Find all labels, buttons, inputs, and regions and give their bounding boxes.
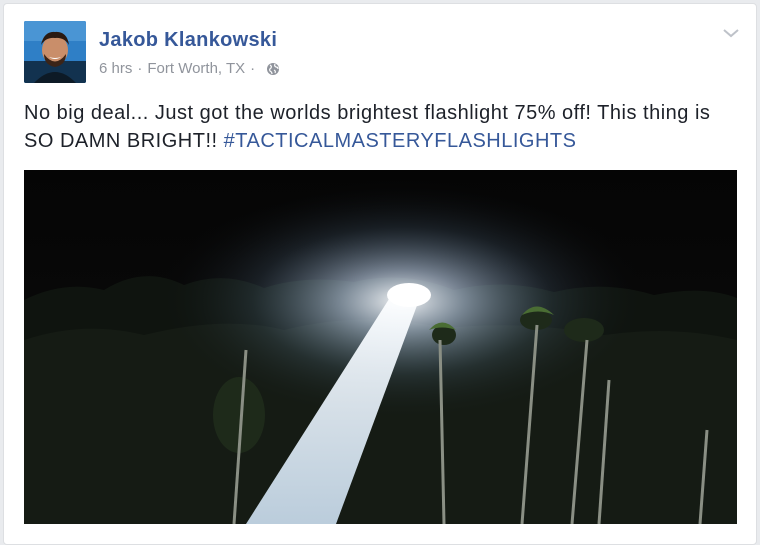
meta-separator-2: ·	[250, 60, 256, 77]
post-card: Jakob Klankowski 6 hrs · Fort Worth, TX …	[3, 3, 757, 545]
post-photo[interactable]	[24, 170, 737, 524]
chevron-down-icon[interactable]	[722, 26, 740, 38]
post-body: No big deal... Just got the worlds brigh…	[24, 99, 739, 155]
meta-separator: ·	[137, 60, 143, 77]
avatar[interactable]	[24, 21, 86, 83]
post-location[interactable]: Fort Worth, TX	[147, 60, 245, 77]
hashtag-link[interactable]: #TACTICALMASTERYFLASHLIGHTS	[224, 130, 577, 152]
globe-icon[interactable]	[266, 62, 280, 76]
post-meta: 6 hrs · Fort Worth, TX ·	[99, 60, 280, 77]
post-timestamp[interactable]: 6 hrs	[99, 60, 132, 77]
avatar-image	[24, 21, 86, 83]
flashlight-photo	[24, 170, 737, 524]
author-name[interactable]: Jakob Klankowski	[99, 29, 277, 52]
